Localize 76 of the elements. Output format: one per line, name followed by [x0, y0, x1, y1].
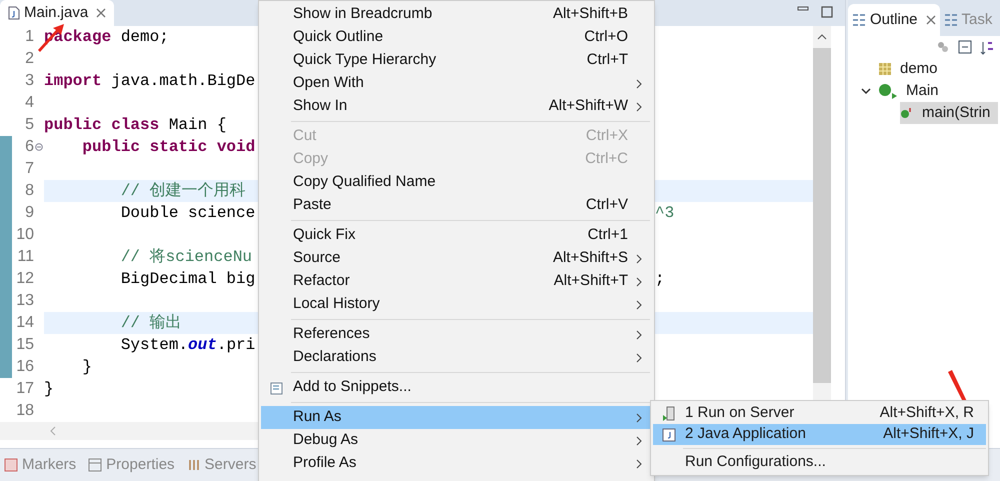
menu-item[interactable]: Open With — [261, 72, 650, 95]
snippet-icon — [269, 380, 285, 396]
code-text: } — [44, 380, 54, 398]
menu-item[interactable]: Run Configurations... — [653, 452, 986, 473]
menu-item[interactable]: Run As — [261, 406, 650, 429]
panel-tab[interactable]: Outline — [848, 4, 940, 36]
menu-item[interactable]: References — [261, 323, 650, 346]
code-text: // 创建一个用科 — [120, 182, 246, 200]
code-text: ^3 — [655, 203, 674, 224]
fold-icon[interactable] — [35, 143, 43, 151]
table-icon — [88, 458, 102, 472]
line-number: 10 — [15, 225, 34, 245]
menu-item[interactable]: Show In Alt+Shift+W — [261, 95, 650, 118]
line-number: 14 — [15, 313, 34, 333]
minimize-icon[interactable] — [797, 6, 809, 12]
code-text: public static void — [81, 138, 256, 156]
line-number: 4 — [24, 93, 34, 113]
menu-item[interactable]: 2 Java Application Alt+Shift+X, J — [653, 424, 986, 445]
list-icon — [944, 13, 958, 27]
menu-item[interactable]: Debug As — [261, 429, 650, 452]
line-number: 18 — [15, 401, 34, 421]
code-text: public class Main { — [44, 116, 226, 134]
java-file-icon — [662, 428, 676, 442]
code-text: } — [81, 358, 92, 376]
marker-icon — [4, 458, 18, 472]
class-icon — [878, 83, 898, 99]
outline-icon — [852, 13, 866, 27]
menu-item[interactable]: Paste Ctrl+V — [261, 194, 650, 217]
close-icon[interactable] — [96, 8, 106, 18]
tree-item[interactable]: Main — [878, 80, 947, 102]
menu-item[interactable]: Quick Type Hierarchy Ctrl+T — [261, 49, 650, 72]
tree-item[interactable]: demo — [878, 58, 946, 80]
sort-icon[interactable] — [980, 40, 996, 56]
server-icon — [186, 458, 201, 472]
menu-item[interactable]: Profile As — [261, 452, 650, 475]
menu-item[interactable]: Show in Breadcrumb Alt+Shift+B — [261, 3, 650, 26]
menu-item[interactable]: Source Alt+Shift+S — [261, 247, 650, 270]
code-text: Double science — [120, 204, 256, 222]
line-number: 8 — [24, 181, 34, 201]
menu-item[interactable]: Add to Snippets... — [261, 376, 650, 399]
line-number: 2 — [24, 49, 34, 69]
line-number: 7 — [24, 159, 34, 179]
menu-item[interactable]: Quick Fix Ctrl+1 — [261, 224, 650, 247]
code-text: // 输出 — [120, 314, 182, 332]
code-text: // 将scienceNu — [120, 248, 252, 266]
tree-item[interactable]: main(Strin — [900, 102, 998, 124]
line-number: 15 — [15, 335, 34, 355]
menu-item[interactable]: 1 Run on Server Alt+Shift+X, R — [653, 403, 986, 424]
line-number: 6 — [24, 137, 34, 157]
code-text: import java.math.BigDe — [44, 72, 256, 90]
line-number: 11 — [16, 247, 34, 267]
java-file-icon — [8, 6, 20, 20]
menu-item[interactable]: Declarations — [261, 346, 650, 369]
collapse-icon[interactable] — [958, 40, 972, 54]
maximize-icon[interactable] — [821, 6, 833, 18]
code-text: BigDecimal big — [120, 270, 256, 288]
line-number: 3 — [24, 71, 34, 91]
line-number: 16 — [15, 357, 34, 377]
line-number: 1 — [24, 27, 34, 47]
server-icon — [662, 406, 676, 422]
method-icon — [900, 107, 914, 119]
menu-item[interactable]: Quick Outline Ctrl+O — [261, 26, 650, 49]
scroll-up-icon[interactable] — [817, 34, 827, 40]
code-text: System.out.pri — [120, 336, 256, 354]
menu-item[interactable]: Copy Qualified Name — [261, 171, 650, 194]
menu-item[interactable]: Local History — [261, 293, 650, 316]
line-number: 5 — [24, 115, 34, 135]
package-icon — [878, 62, 892, 76]
close-icon[interactable] — [926, 15, 936, 25]
line-number: 12 — [15, 269, 34, 289]
code-text: ; — [655, 269, 665, 290]
line-number: 9 — [24, 203, 34, 223]
line-number: 17 — [15, 379, 34, 399]
line-number: 13 — [15, 291, 34, 311]
editor-tab[interactable]: Main.java — [0, 0, 114, 26]
menu-item[interactable]: Refactor Alt+Shift+T — [261, 270, 650, 293]
